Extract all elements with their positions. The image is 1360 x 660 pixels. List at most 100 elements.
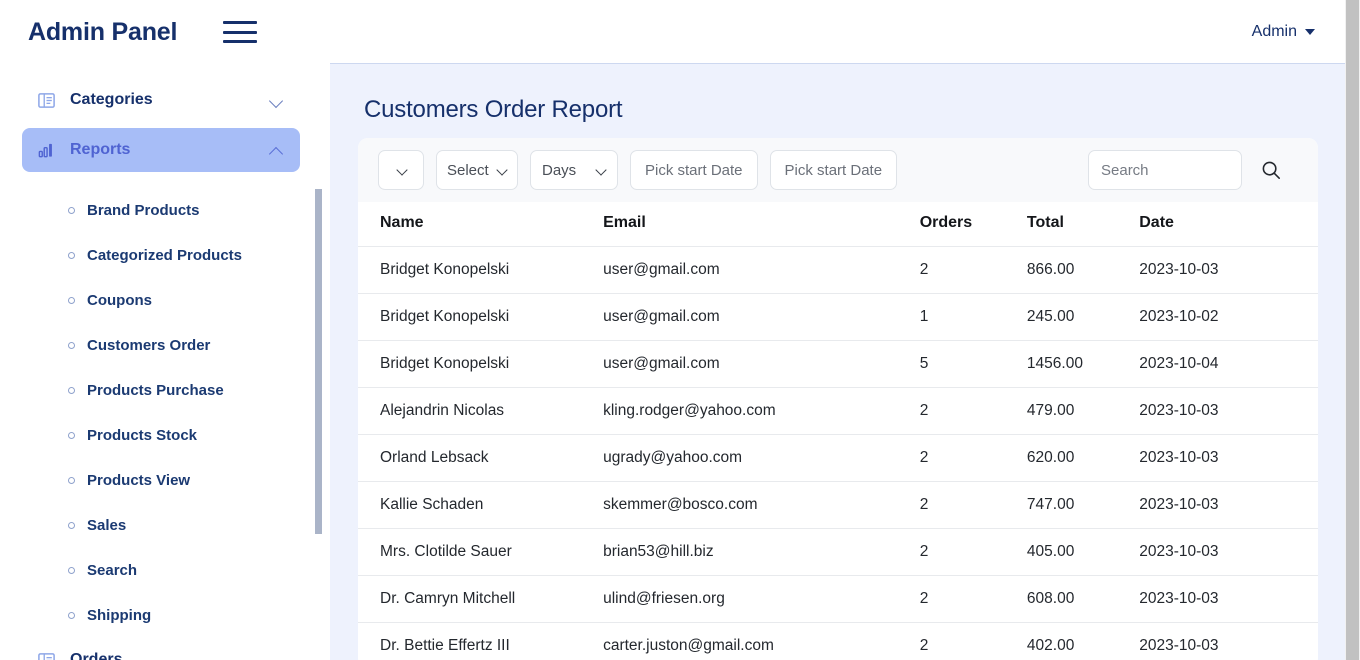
cell-orders: 2: [920, 482, 1027, 529]
sidebar-item-reports[interactable]: Reports: [22, 128, 300, 172]
cell-email: ugrady@yahoo.com: [603, 435, 920, 482]
cell-name: Bridget Konopelski: [358, 341, 603, 388]
end-date-picker[interactable]: Pick start Date: [770, 150, 898, 190]
start-date-picker[interactable]: Pick start Date: [630, 150, 758, 190]
sidebar-item-brand-products[interactable]: Brand Products: [0, 188, 322, 233]
sidebar-subitem-label: Search: [87, 562, 137, 579]
cell-name: Alejandrin Nicolas: [358, 388, 603, 435]
sidebar-scroll-content: Categories Reports Brand Products: [0, 64, 322, 660]
sidebar-item-orders[interactable]: Orders: [22, 638, 300, 660]
sidebar-subitem-label: Shipping: [87, 607, 151, 624]
account-menu[interactable]: Admin: [1252, 23, 1315, 41]
table-head: Name Email Orders Total Date: [358, 202, 1318, 247]
sidebar-item-sales[interactable]: Sales: [0, 503, 322, 548]
period-select[interactable]: Days: [530, 150, 618, 190]
table-row[interactable]: Kallie Schaden skemmer@bosco.com 2 747.0…: [358, 482, 1318, 529]
page-scrollbar-track[interactable]: [1345, 0, 1360, 660]
cell-date: 2023-10-02: [1139, 294, 1318, 341]
chevron-down-icon: [597, 165, 608, 176]
table-header-row: Name Email Orders Total Date: [358, 202, 1318, 247]
hamburger-icon[interactable]: [223, 19, 257, 45]
cell-email: user@gmail.com: [603, 247, 920, 294]
cell-email: ulind@friesen.org: [603, 576, 920, 623]
cell-total: 405.00: [1027, 529, 1139, 576]
page-size-select[interactable]: [378, 150, 424, 190]
main-content: Customers Order Report Select Days Pick …: [330, 64, 1345, 660]
sidebar-item-label: Categories: [70, 91, 153, 109]
table-row[interactable]: Dr. Camryn Mitchell ulind@friesen.org 2 …: [358, 576, 1318, 623]
chevron-down-icon: [270, 93, 284, 107]
cell-date: 2023-10-03: [1139, 623, 1318, 660]
table-row[interactable]: Bridget Konopelski user@gmail.com 2 866.…: [358, 247, 1318, 294]
sidebar-subitem-label: Brand Products: [87, 202, 200, 219]
period-select-value: Days: [542, 162, 576, 179]
cell-orders: 2: [920, 529, 1027, 576]
sidebar-item-coupons[interactable]: Coupons: [0, 278, 322, 323]
chevron-down-icon: [270, 653, 284, 660]
cell-date: 2023-10-03: [1139, 482, 1318, 529]
cell-total: 1456.00: [1027, 341, 1139, 388]
bar-chart-icon: [36, 140, 56, 160]
column-header-email[interactable]: Email: [603, 202, 920, 247]
bullet-icon: [68, 432, 75, 439]
cell-orders: 2: [920, 247, 1027, 294]
sidebar-item-products-view[interactable]: Products View: [0, 458, 322, 503]
search-icon[interactable]: [1260, 159, 1282, 181]
top-navbar: Admin Panel Admin: [0, 0, 1345, 64]
bullet-icon: [68, 477, 75, 484]
cell-date: 2023-10-03: [1139, 388, 1318, 435]
column-header-total[interactable]: Total: [1027, 202, 1139, 247]
search-area: [1088, 150, 1306, 190]
table-row[interactable]: Bridget Konopelski user@gmail.com 1 245.…: [358, 294, 1318, 341]
cell-total: 402.00: [1027, 623, 1139, 660]
table-row[interactable]: Orland Lebsack ugrady@yahoo.com 2 620.00…: [358, 435, 1318, 482]
sidebar-item-products-purchase[interactable]: Products Purchase: [0, 368, 322, 413]
report-card: Select Days Pick start Date Pick start D…: [358, 138, 1318, 660]
cell-name: Bridget Konopelski: [358, 247, 603, 294]
table-row[interactable]: Bridget Konopelski user@gmail.com 5 1456…: [358, 341, 1318, 388]
column-header-date[interactable]: Date: [1139, 202, 1318, 247]
cell-email: skemmer@bosco.com: [603, 482, 920, 529]
column-header-name[interactable]: Name: [358, 202, 603, 247]
table-row[interactable]: Alejandrin Nicolas kling.rodger@yahoo.co…: [358, 388, 1318, 435]
sidebar-item-categorized-products[interactable]: Categorized Products: [0, 233, 322, 278]
bullet-icon: [68, 567, 75, 574]
start-date-placeholder: Pick start Date: [645, 162, 743, 179]
admin-panel-app: Admin Panel Admin Cat: [0, 0, 1360, 660]
cell-total: 479.00: [1027, 388, 1139, 435]
sidebar-subitem-label: Coupons: [87, 292, 152, 309]
sidebar-item-products-stock[interactable]: Products Stock: [0, 413, 322, 458]
cell-date: 2023-10-03: [1139, 576, 1318, 623]
sidebar-subitem-label: Customers Order: [87, 337, 210, 354]
cell-name: Mrs. Clotilde Sauer: [358, 529, 603, 576]
cell-date: 2023-10-03: [1139, 247, 1318, 294]
table-toolbar: Select Days Pick start Date Pick start D…: [358, 138, 1318, 202]
table-row[interactable]: Dr. Bettie Effertz III carter.juston@gma…: [358, 623, 1318, 660]
table-body: Bridget Konopelski user@gmail.com 2 866.…: [358, 247, 1318, 660]
cell-email: kling.rodger@yahoo.com: [603, 388, 920, 435]
sidebar-subitem-label: Sales: [87, 517, 126, 534]
sidebar-item-categories[interactable]: Categories: [22, 78, 300, 122]
list-article-icon: [36, 90, 56, 110]
chevron-down-icon: [498, 165, 509, 176]
sidebar-item-label: Orders: [70, 651, 122, 660]
sidebar-item-customers-order[interactable]: Customers Order: [0, 323, 322, 368]
sidebar-item-shipping[interactable]: Shipping: [0, 593, 322, 638]
bullet-icon: [68, 342, 75, 349]
entity-select[interactable]: Select: [436, 150, 518, 190]
sidebar-scrollbar[interactable]: [315, 189, 322, 534]
page-scrollbar-thumb[interactable]: [1346, 0, 1359, 660]
cell-total: 620.00: [1027, 435, 1139, 482]
cell-email: user@gmail.com: [603, 294, 920, 341]
cell-email: user@gmail.com: [603, 341, 920, 388]
bullet-icon: [68, 252, 75, 259]
search-input[interactable]: [1088, 150, 1242, 190]
cell-name: Orland Lebsack: [358, 435, 603, 482]
end-date-placeholder: Pick start Date: [785, 162, 883, 179]
cell-orders: 2: [920, 388, 1027, 435]
cell-name: Kallie Schaden: [358, 482, 603, 529]
sidebar-subitem-label: Products View: [87, 472, 190, 489]
sidebar-item-search[interactable]: Search: [0, 548, 322, 593]
column-header-orders[interactable]: Orders: [920, 202, 1027, 247]
table-row[interactable]: Mrs. Clotilde Sauer brian53@hill.biz 2 4…: [358, 529, 1318, 576]
